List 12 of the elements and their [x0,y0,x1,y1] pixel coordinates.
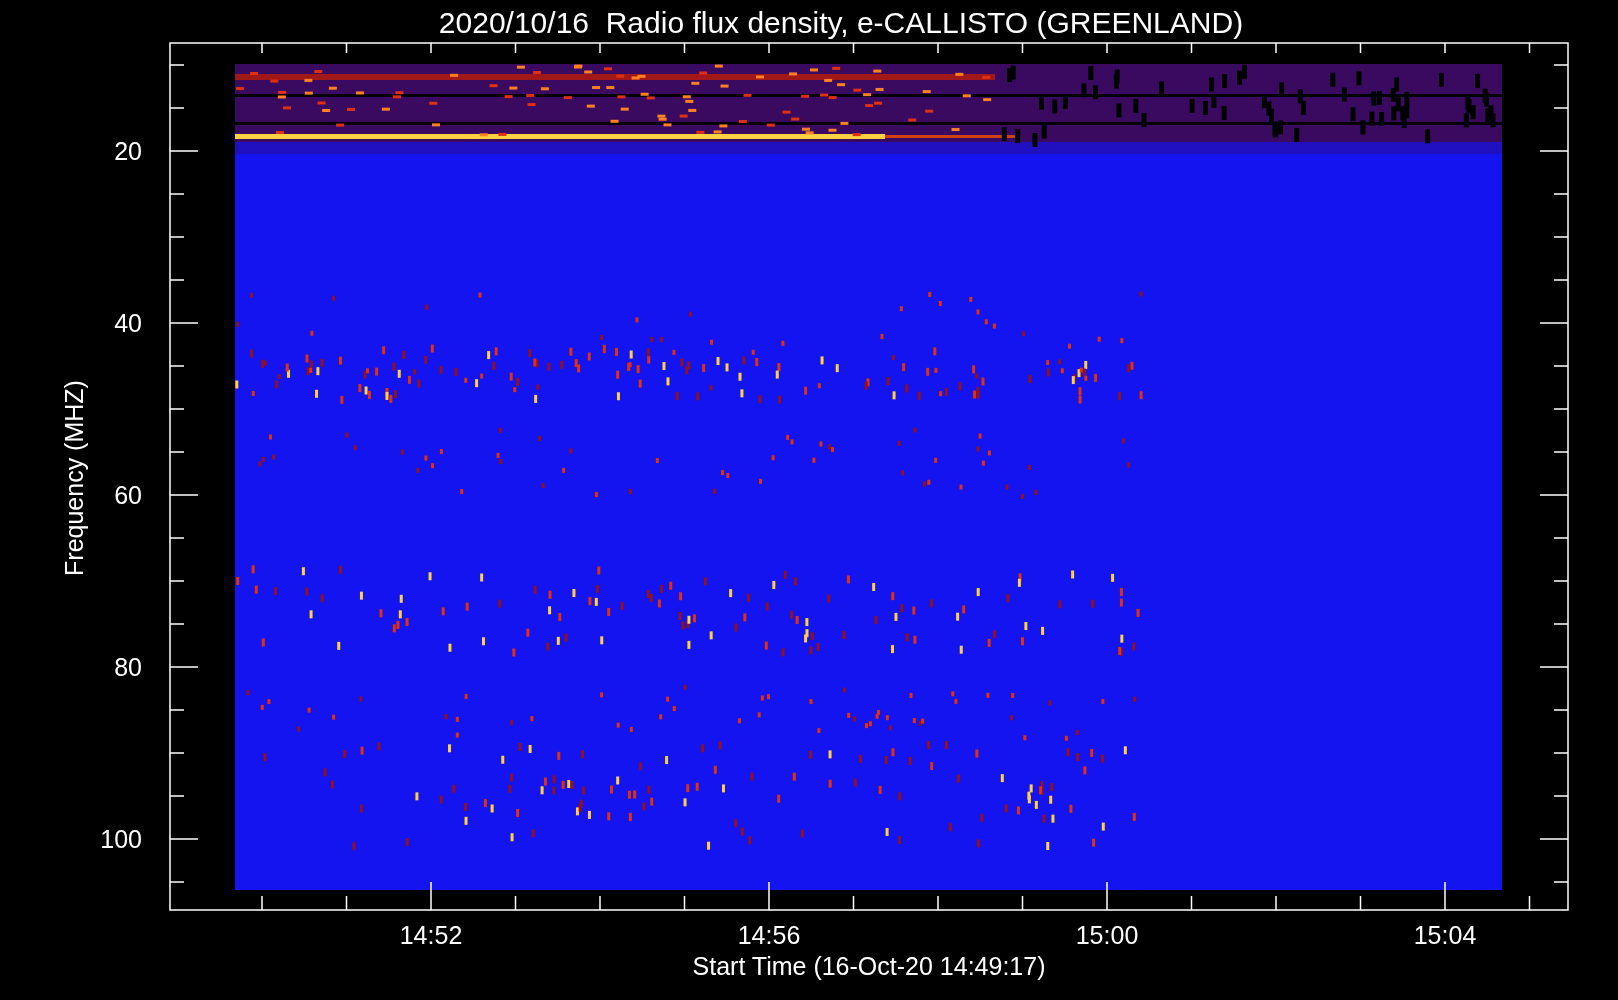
y-tick-label: 60 [114,481,142,509]
x-tick-label: 14:56 [737,921,801,949]
x-tick-label: 15:04 [1413,921,1477,949]
y-axis-label: Frequency (MHZ) [60,380,88,576]
x-axis-label: Start Time (16-Oct-20 14:49:17) [692,952,1046,980]
y-tick-label: 80 [114,653,142,681]
plot-title: 2020/10/16 Radio flux density, e-CALLISTO (GREENLAND) [438,6,1244,39]
y-tick-label: 100 [100,825,142,853]
x-tick-label: 15:00 [1075,921,1139,949]
y-tick-label: 40 [114,309,142,337]
y-tick-label: 20 [114,137,142,165]
x-tick-label: 14:52 [399,921,463,949]
